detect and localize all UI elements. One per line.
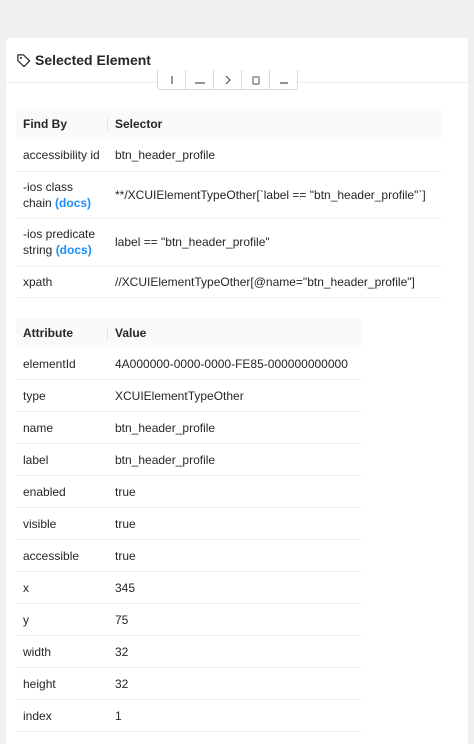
selector-cell[interactable]: label == "btn_header_profile" [108,218,442,267]
table-row: visible true [16,507,361,540]
value-cell: true [108,507,361,540]
chevron-right-icon [225,75,231,84]
value-cell: 75 [108,603,361,636]
table-row: accessible true [16,539,361,572]
attribute-cell: width [16,635,108,668]
selected-element-panel: Selected Element Find By Selector access… [6,38,468,744]
attribute-cell: label [16,443,108,476]
table-row: -ios predicate string (docs) label == "b… [16,218,442,267]
attribute-header[interactable]: Attribute [16,318,108,348]
send-keys-button[interactable] [185,70,214,90]
find-by-table: Find By Selector accessibility id btn_he… [16,109,442,298]
attribute-cell: enabled [16,475,108,508]
table-row: height 32 [16,667,361,700]
selector-header[interactable]: Selector [108,109,442,139]
table-row: enabled true [16,475,361,508]
find-by-header[interactable]: Find By [16,109,108,139]
value-cell: true [108,475,361,508]
attribute-cell: y [16,603,108,636]
copy-icon [252,76,259,84]
attribute-cell: index [16,699,108,732]
attribute-cell: accessible [16,539,108,572]
table-header-row: Attribute Value [16,318,361,348]
table-row: type XCUIElementTypeOther [16,379,361,412]
element-actions-toolbar [157,70,298,90]
value-cell: 1 [108,699,361,732]
value-cell: btn_header_profile [108,443,361,476]
table-row: width 32 [16,635,361,668]
table-row: index 1 [16,699,361,732]
clear-button[interactable] [213,70,242,90]
attribute-cell: name [16,411,108,444]
keyboard-icon [194,81,205,84]
value-cell: XCUIElementTypeOther [108,379,361,412]
attribute-cell: visible [16,507,108,540]
timing-icon [279,81,288,84]
selector-cell[interactable]: **/XCUIElementTypeOther[`label == "btn_h… [108,171,442,219]
table-row: elementId 4A000000-0000-0000-FE85-0000000… [16,348,361,380]
get-timing-button[interactable] [269,70,298,90]
tap-button[interactable] [157,70,186,90]
table-row: name btn_header_profile [16,411,361,444]
find-by-cell: xpath [16,266,108,298]
table-row: -ios class chain (docs) **/XCUIElementTy… [16,171,442,219]
selector-cell[interactable]: //XCUIElementTypeOther[@name="btn_header… [108,266,442,298]
attributes-table: Attribute Value elementId 4A000000-0000-0… [16,318,361,732]
find-by-cell: accessibility id [16,139,108,172]
value-cell: true [108,539,361,572]
copy-xml-button[interactable] [241,70,270,90]
table-row: y 75 [16,603,361,636]
value-cell: 4A000000-0000-0000-FE85-000000000000 [108,348,361,380]
table-header-row: Find By Selector [16,109,442,139]
tap-icon [170,75,173,84]
find-by-cell: -ios predicate string (docs) [16,218,108,267]
table-row: xpath //XCUIElementTypeOther[@name="btn_… [16,266,442,298]
value-cell: 345 [108,571,361,604]
value-cell: 32 [108,667,361,700]
table-row: label btn_header_profile [16,443,361,476]
value-header[interactable]: Value [108,318,361,348]
panel-title-text: Selected Element [35,52,151,68]
docs-link[interactable]: (docs) [55,196,91,210]
selector-cell[interactable]: btn_header_profile [108,139,442,172]
find-by-cell: -ios class chain (docs) [16,171,108,219]
docs-link[interactable]: (docs) [56,243,92,257]
value-cell: 32 [108,635,361,668]
attribute-cell: elementId [16,348,108,380]
attribute-cell: height [16,667,108,700]
attribute-cell: x [16,571,108,604]
table-row: x 345 [16,571,361,604]
table-row: accessibility id btn_header_profile [16,139,442,172]
panel-title: Selected Element [16,52,151,68]
value-cell: btn_header_profile [108,411,361,444]
attribute-cell: type [16,379,108,412]
tag-icon [16,53,31,68]
